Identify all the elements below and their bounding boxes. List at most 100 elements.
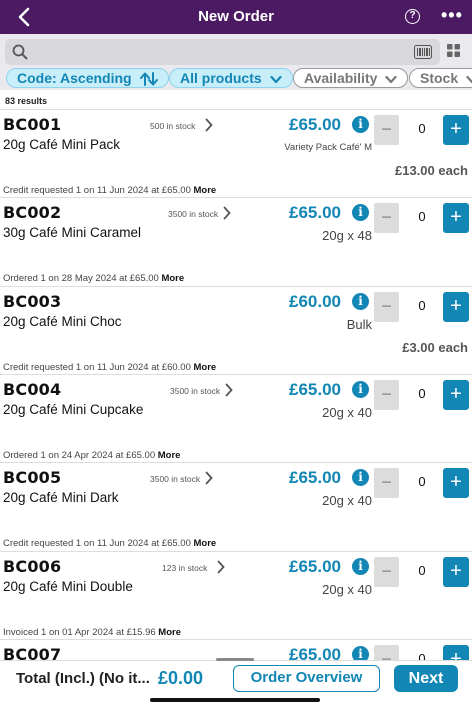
quantity-input[interactable]: 0 [405,651,439,660]
product-row[interactable]: BC007 £65.00 i − 0 + [0,639,472,660]
product-row[interactable]: BC001 20g Café Mini Pack 500 in stock £6… [0,109,472,198]
chevron-down-icon [269,75,282,83]
grid-view-icon[interactable] [447,44,460,57]
order-history-note: Credit requested 1 on 11 Jun 2024 at £65… [3,185,216,196]
info-icon[interactable]: i [352,469,369,486]
product-price: £65.00 [289,115,341,134]
product-row[interactable]: BC003 20g Café Mini Choc £60.00 i Bulk −… [0,286,472,375]
increase-quantity-button[interactable]: + [443,468,469,498]
row-divider [0,551,472,552]
quantity-input[interactable]: 0 [405,121,439,136]
decrease-quantity-button[interactable]: − [374,292,399,322]
filter-bar: Code: Ascending All products Availabilit… [0,66,472,90]
increase-quantity-button[interactable]: + [443,203,469,233]
pack-size: 20g x 40 [322,493,372,508]
order-history-text: Credit requested 1 on 11 Jun 2024 at £65… [3,538,191,549]
product-name: 30g Café Mini Caramel [3,225,142,240]
product-row[interactable]: BC002 30g Café Mini Caramel 3500 in stoc… [0,197,472,286]
product-price: £60.00 [289,292,341,311]
decrease-quantity-button[interactable]: − [374,557,399,587]
decrease-quantity-button[interactable]: − [374,203,399,233]
order-history-text: Credit requested 1 on 11 Jun 2024 at £60… [3,362,191,373]
info-icon[interactable]: i [352,381,369,398]
stock-pill[interactable]: Stock [409,68,472,88]
more-link[interactable]: More [194,185,217,196]
info-icon[interactable]: i [352,116,369,133]
total-label: Total (Incl.) (No it... [16,670,150,687]
decrease-quantity-button[interactable]: − [374,645,399,660]
all-products-pill-label: All products [180,70,262,86]
more-link[interactable]: More [194,538,217,549]
chevron-right-icon[interactable] [223,206,231,220]
quantity-input[interactable]: 0 [405,209,439,224]
info-icon[interactable]: i [352,558,369,575]
availability-pill[interactable]: Availability [293,68,409,88]
product-name: 20g Café Mini Pack [3,137,121,152]
info-icon[interactable]: i [352,646,369,660]
increase-quantity-button[interactable]: + [443,557,469,587]
stock-level[interactable]: 3500 in stock [170,386,220,396]
more-options-icon[interactable]: ••• [441,6,463,24]
product-row[interactable]: BC006 20g Café Mini Double 123 in stock … [0,551,472,640]
info-icon[interactable]: i [352,204,369,221]
pack-size: Variety Pack Café' M [284,142,372,153]
more-link[interactable]: More [158,450,181,461]
sort-pill[interactable]: Code: Ascending [6,68,169,88]
pack-size: Bulk [346,317,372,332]
barcode-scan-icon[interactable] [414,45,432,59]
product-code: BC001 [3,115,62,134]
more-link[interactable]: More [161,273,184,284]
product-price: £65.00 [289,468,341,487]
home-indicator [150,698,320,702]
quantity-input[interactable]: 0 [405,386,439,401]
quantity-input[interactable]: 0 [405,474,439,489]
chevron-right-icon[interactable] [205,118,213,132]
info-icon[interactable]: i [352,293,369,310]
quantity-input[interactable]: 0 [405,563,439,578]
more-link[interactable]: More [194,362,217,373]
stock-level[interactable]: 123 in stock [162,563,207,573]
decrease-quantity-button[interactable]: − [374,115,399,145]
quantity-input[interactable]: 0 [405,298,439,313]
unit-price: £13.00 each [394,163,468,178]
stock-level[interactable]: 3500 in stock [150,474,200,484]
help-icon[interactable]: ? [405,9,420,24]
search-bar [0,34,472,66]
product-row[interactable]: BC005 20g Café Mini Dark 3500 in stock £… [0,462,472,551]
all-products-pill[interactable]: All products [169,68,293,88]
increase-quantity-button[interactable]: + [443,380,469,410]
order-history-text: Ordered 1 on 24 Apr 2024 at £65.00 [3,450,156,461]
next-button[interactable]: Next [394,665,458,692]
stock-level[interactable]: 500 in stock [150,121,195,131]
increase-quantity-button[interactable]: + [443,645,469,660]
pack-size: 20g x 48 [322,228,372,243]
search-icon [12,44,28,60]
sort-arrows-icon [139,72,158,87]
product-name: 20g Café Mini Cupcake [3,402,144,417]
order-history-note: Invoiced 1 on 01 Apr 2024 at £15.96 More [3,627,181,638]
chevron-right-icon[interactable] [225,383,233,397]
chevron-right-icon[interactable] [205,471,213,485]
increase-quantity-button[interactable]: + [443,292,469,322]
order-history-note: Ordered 1 on 24 Apr 2024 at £65.00 More [3,450,180,461]
decrease-quantity-button[interactable]: − [374,380,399,410]
search-input[interactable] [5,39,440,65]
results-count: 83 results [5,96,48,106]
order-history-text: Ordered 1 on 28 May 2024 at £65.00 [3,273,159,284]
product-row[interactable]: BC004 20g Café Mini Cupcake 3500 in stoc… [0,374,472,463]
increase-quantity-button[interactable]: + [443,115,469,145]
decrease-quantity-button[interactable]: − [374,468,399,498]
app-header: New Order ? ••• [0,0,472,34]
chevron-right-icon[interactable] [217,560,225,574]
product-price: £65.00 [289,645,341,660]
drag-handle[interactable] [216,658,254,661]
page-title: New Order [198,8,274,25]
more-link[interactable]: More [158,627,181,638]
product-name: 20g Café Mini Dark [3,490,119,505]
order-overview-button[interactable]: Order Overview [233,665,380,692]
total-value: £0.00 [158,668,204,688]
product-price: £65.00 [289,380,341,399]
order-history-note: Credit requested 1 on 11 Jun 2024 at £65… [3,538,216,549]
stock-level[interactable]: 3500 in stock [168,209,218,219]
order-history-text: Invoiced 1 on 01 Apr 2024 at £15.96 [3,627,156,638]
